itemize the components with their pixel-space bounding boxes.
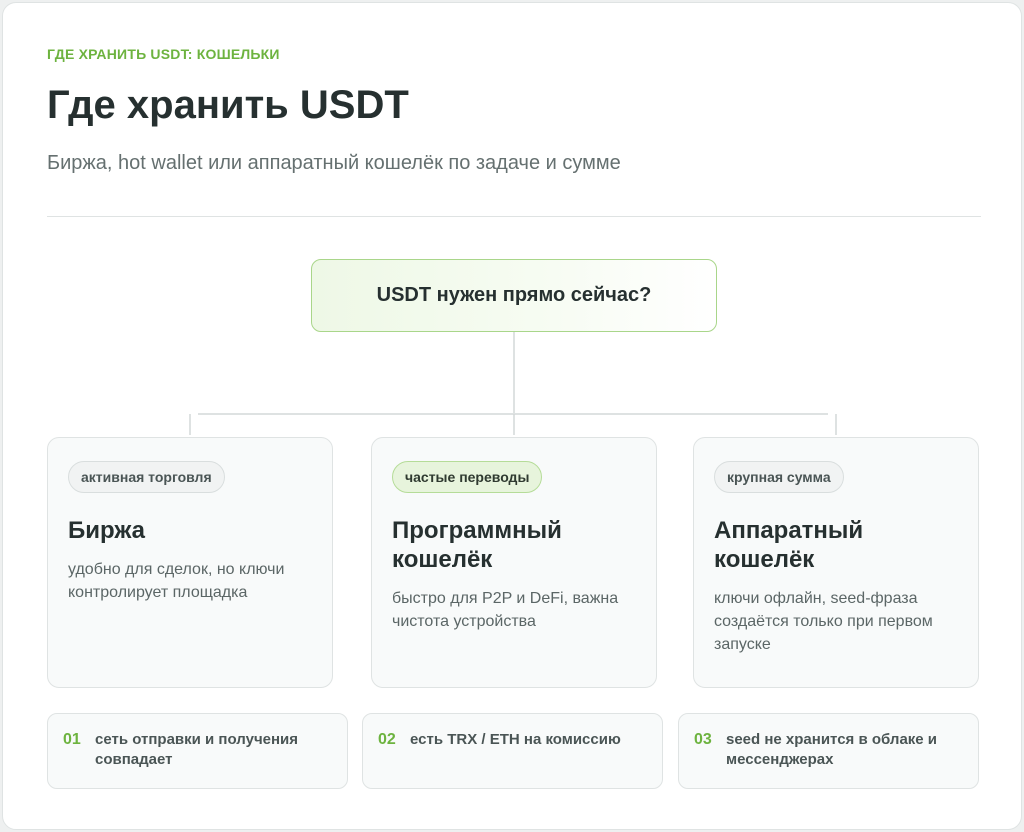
checklist-number: 01 bbox=[63, 731, 81, 748]
option-description: быстро для P2P и DeFi, важна чистота уст… bbox=[392, 590, 619, 630]
option-tag: активная торговля bbox=[68, 461, 225, 493]
checklist-text: сеть отправки и получения совпадает bbox=[95, 731, 299, 768]
checklist-text: seed не хранится в облаке и мессенджерах bbox=[726, 731, 938, 768]
option-description: удобно для сделок, но ключи контролирует… bbox=[68, 561, 285, 601]
checklist-text: есть TRX / ETH на комиссию bbox=[410, 731, 621, 748]
option-description: ключи офлайн, seed-фраза создаётся тольк… bbox=[714, 590, 933, 653]
option-title: Аппаратный кошелёк bbox=[714, 517, 864, 573]
option-title: Программный кошелёк bbox=[392, 517, 562, 573]
checklist-item-1: 01 сеть отправки и получения совпадает bbox=[47, 713, 348, 789]
checklist-item-2: 02 есть TRX / ETH на комиссию bbox=[362, 713, 663, 789]
checklist-number: 03 bbox=[694, 731, 712, 748]
option-tag: крупная сумма bbox=[714, 461, 844, 493]
option-title: Биржа bbox=[68, 517, 146, 544]
option-tag: частые переводы bbox=[392, 461, 543, 493]
option-card-exchange: активная торговля Биржа удобно для сдело… bbox=[47, 437, 333, 688]
checklist-item-3: 03 seed не хранится в облаке и мессендже… bbox=[678, 713, 979, 789]
checklist-number: 02 bbox=[378, 731, 396, 748]
decision-question: USDT нужен прямо сейчас? bbox=[311, 259, 717, 332]
infographic-card: ГДЕ ХРАНИТЬ USDT: КОШЕЛЬКИ Где хранить U… bbox=[2, 2, 1022, 830]
option-card-software-wallet: частые переводы Программный кошелёк быст… bbox=[371, 437, 657, 688]
option-card-hardware-wallet: крупная сумма Аппаратный кошелёк ключи о… bbox=[693, 437, 979, 688]
connector-lines bbox=[189, 331, 837, 435]
